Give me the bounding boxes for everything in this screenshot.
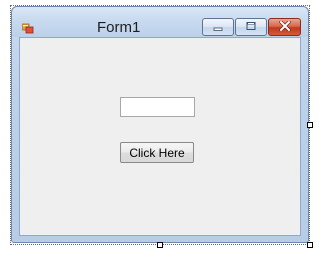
text-input[interactable]	[120, 97, 195, 117]
close-icon	[278, 18, 291, 36]
maximize-button[interactable]	[235, 18, 267, 36]
click-here-button[interactable]: Click Here	[120, 142, 194, 163]
maximize-icon	[245, 18, 257, 36]
window-title: Form1	[97, 19, 141, 36]
resize-handle-right[interactable]	[307, 122, 313, 128]
resize-handle-bottom[interactable]	[157, 242, 163, 248]
resize-handle-bottom-right[interactable]	[307, 242, 313, 248]
form-app-icon	[21, 21, 34, 34]
minimize-icon	[212, 18, 224, 36]
close-button[interactable]	[268, 18, 301, 36]
minimize-button[interactable]	[202, 18, 234, 36]
form-client-area: Click Here	[19, 37, 301, 236]
form-window[interactable]: Form1 Click Here	[11, 6, 309, 243]
designer-surface: Form1 Click Here	[0, 0, 324, 257]
title-bar[interactable]: Form1	[12, 7, 308, 37]
